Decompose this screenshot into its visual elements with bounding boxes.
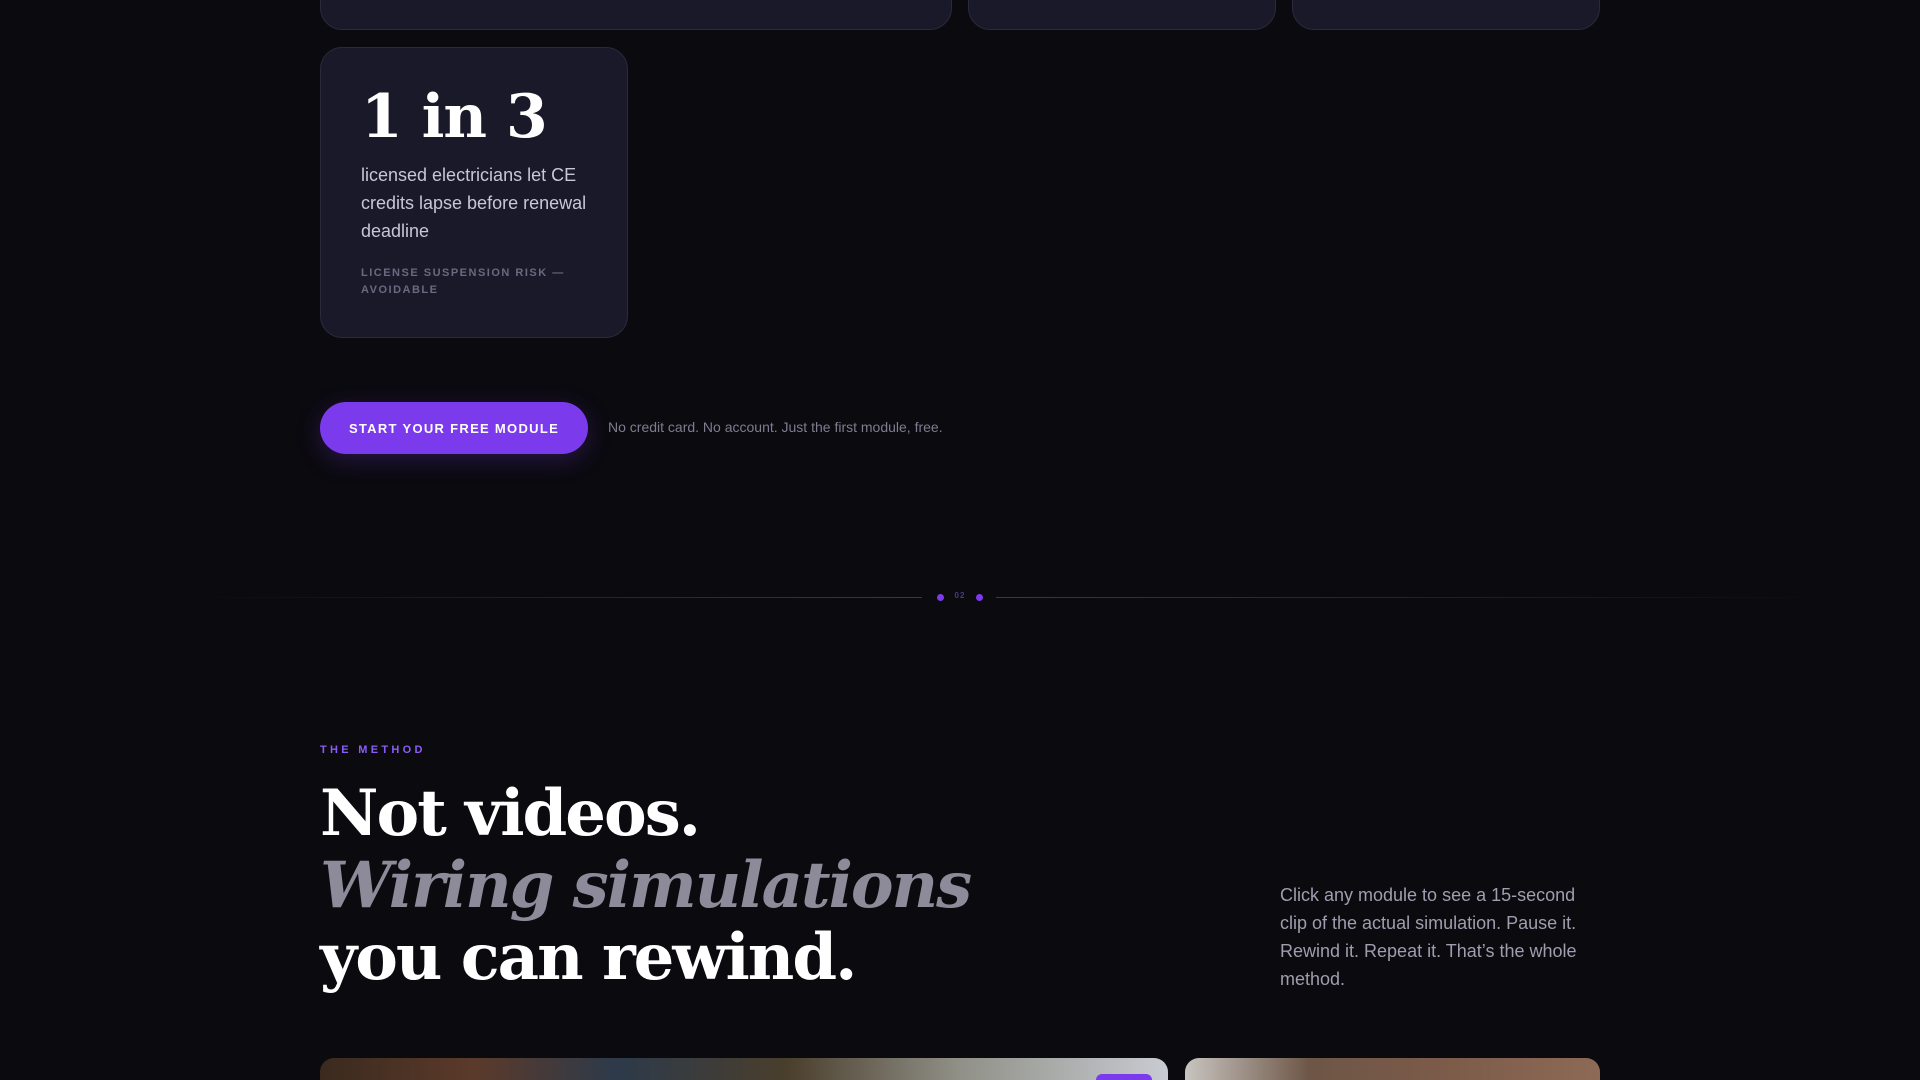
section-divider-left — [190, 597, 922, 598]
module-thumbnail-1[interactable] — [320, 1058, 1168, 1080]
divider-dot-left — [937, 594, 944, 601]
method-description: Click any module to see a 15-second clip… — [1280, 885, 1577, 989]
stat-number: 1 in 3 — [361, 82, 548, 152]
stat-card-top-3 — [1292, 0, 1600, 30]
section-headline: Not videos. Wiring simulations you can r… — [320, 776, 972, 995]
module-tag-badge — [1096, 1074, 1152, 1080]
section-divider-right — [996, 597, 1832, 598]
stat-card-top-2 — [968, 0, 1276, 30]
stat-footnote: LICENSE SUSPENSION RISK — AVOIDABLE — [361, 267, 565, 296]
divider-dot-right — [976, 594, 983, 601]
stat-card: 1 in 3 licensed electricians let CE cred… — [320, 47, 628, 338]
start-free-module-button[interactable]: START YOUR FREE MODULE — [320, 402, 588, 454]
headline-line-1: Not videos. — [320, 776, 701, 851]
headline-line-3: you can rewind. — [320, 920, 857, 995]
page: 1 in 3 licensed electricians let CE cred… — [0, 0, 1920, 1080]
module-thumbnail-2[interactable] — [1185, 1058, 1600, 1080]
section-eyebrow: THE METHOD — [320, 744, 426, 756]
cta-note: No credit card. No account. Just the fir… — [608, 419, 943, 435]
stat-card-top-1 — [320, 0, 952, 30]
headline-line-2: Wiring simulations — [320, 848, 972, 923]
stat-description: licensed electricians let CE credits lap… — [361, 165, 587, 241]
section-number: 02 — [954, 591, 966, 600]
